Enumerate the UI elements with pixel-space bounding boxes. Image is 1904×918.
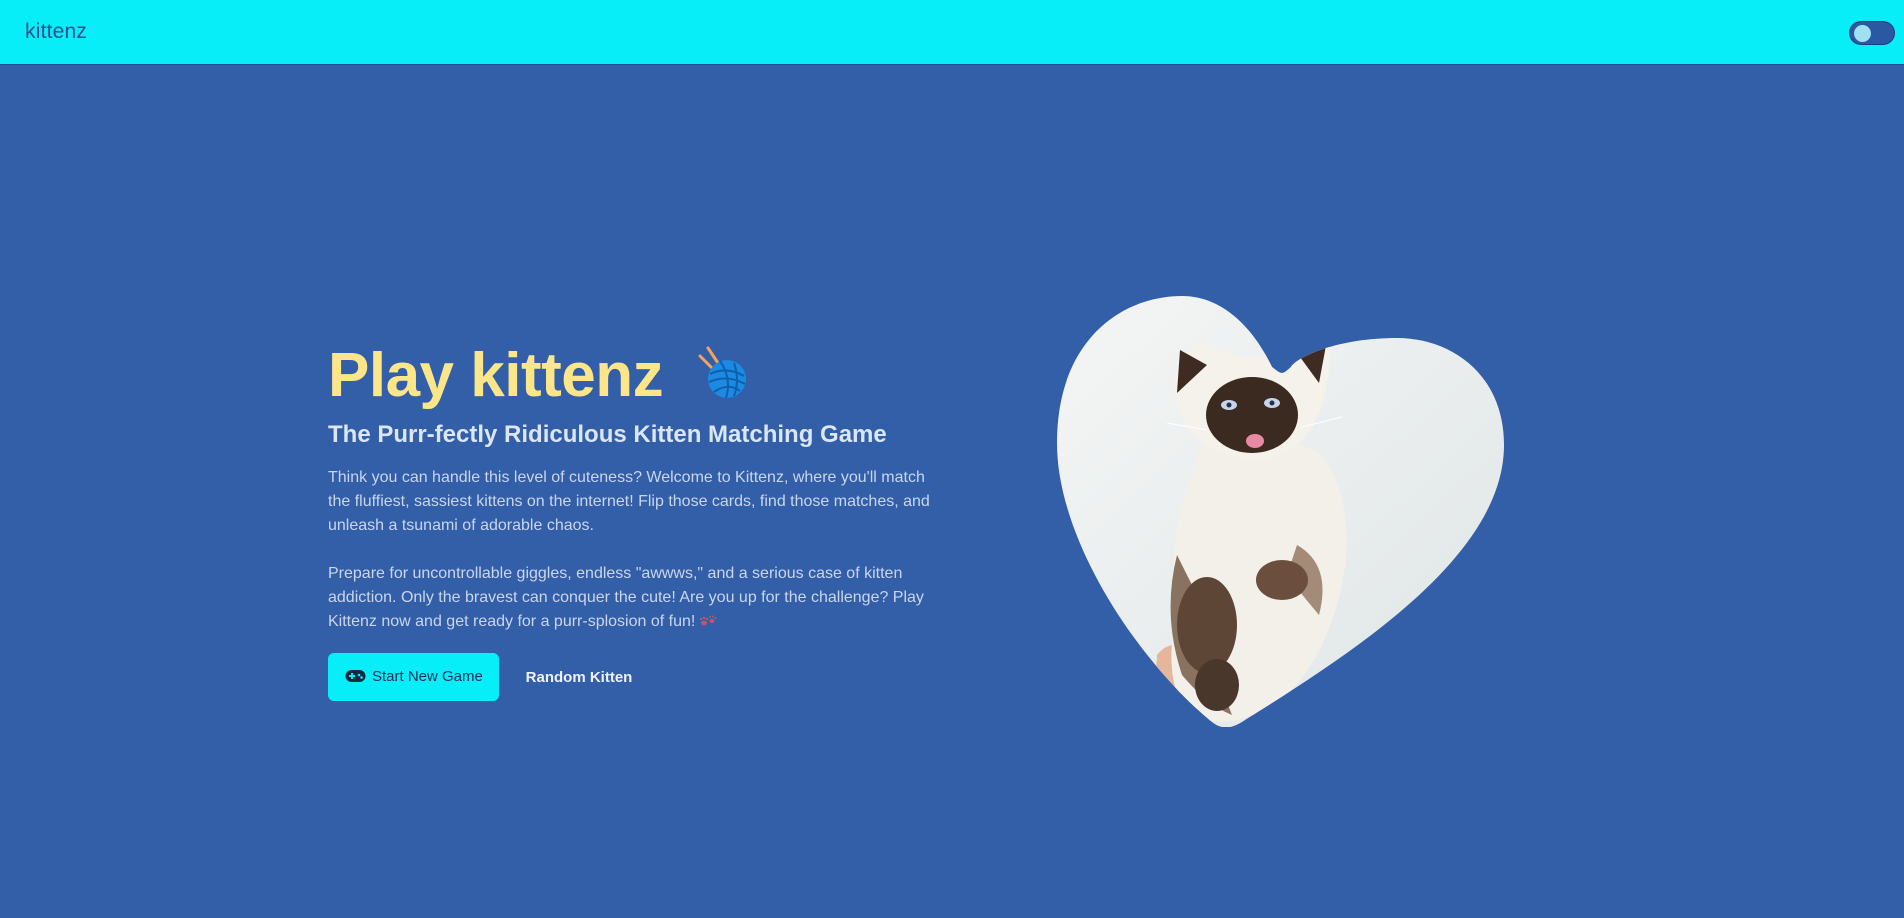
top-navbar: kittenz [0, 0, 1904, 65]
page-subtitle: The Purr-fectly Ridiculous Kitten Matchi… [328, 421, 887, 448]
intro-paragraph: Think you can handle this level of cuten… [328, 469, 930, 534]
kitten-heart-image [1057, 296, 1504, 727]
challenge-paragraph: Prepare for uncontrollable giggles, endl… [328, 562, 948, 634]
random-kitten-button[interactable]: Random Kitten [510, 653, 648, 701]
gamepad-icon [345, 670, 366, 682]
title-row: Play kittenz [328, 340, 948, 412]
theme-toggle[interactable] [1849, 21, 1895, 45]
brand-logo-link[interactable]: kittenz [25, 20, 87, 44]
yarn-ball-icon [698, 346, 746, 399]
hero-text-block: Play kittenz The Purr-fectly Ridiculous … [328, 340, 948, 634]
paw-prints-icon [700, 615, 717, 626]
start-new-game-label: Start New Game [372, 668, 483, 685]
challenge-text: Prepare for uncontrollable giggles, endl… [328, 565, 924, 630]
toggle-knob [1854, 25, 1871, 42]
page-title: Play kittenz [328, 341, 664, 410]
start-new-game-button[interactable]: Start New Game [328, 653, 499, 701]
